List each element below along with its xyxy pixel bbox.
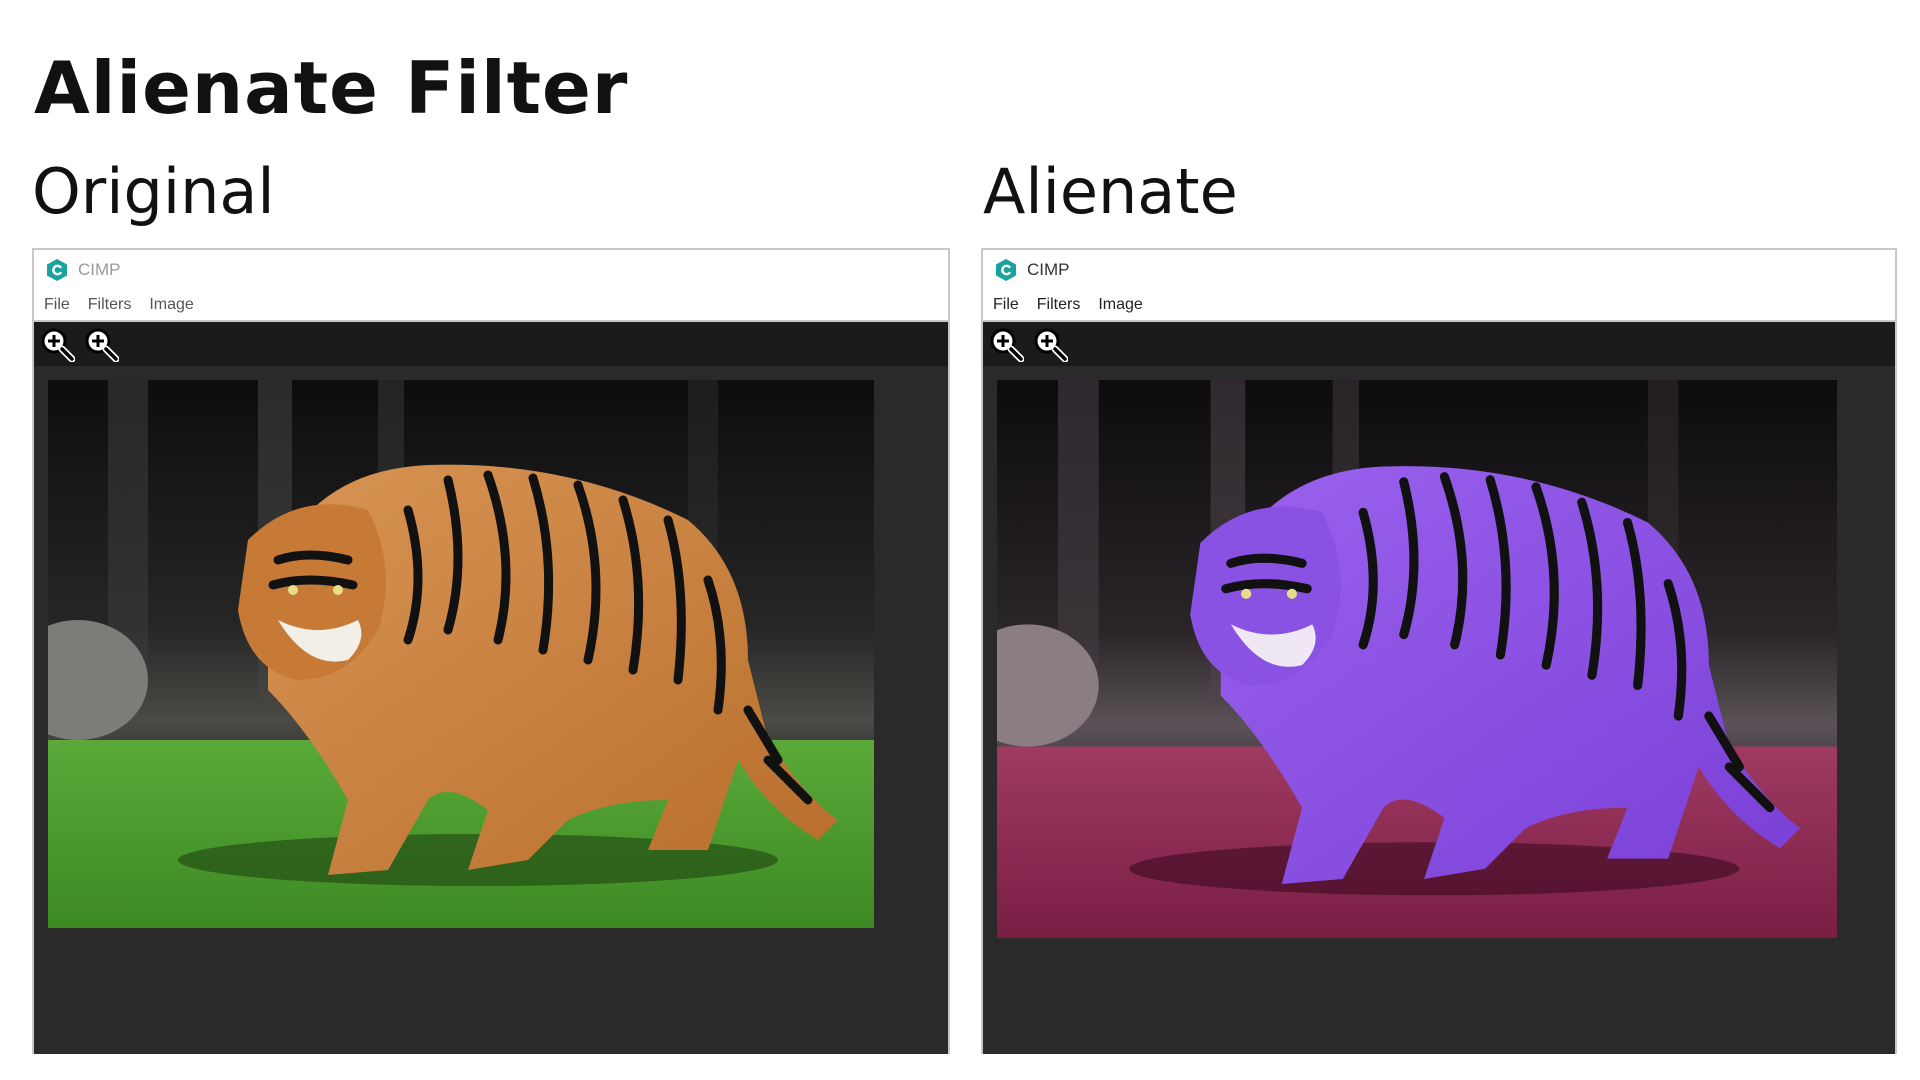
app-title: CIMP	[1027, 260, 1070, 279]
menu-file[interactable]: File	[44, 296, 70, 314]
panel-heading-original: Original	[32, 155, 275, 228]
toolbar	[983, 322, 1895, 366]
menu-bar: File Filters Image	[983, 290, 1895, 322]
app-window-alienate: CIMP File Filters Image	[981, 248, 1897, 1054]
app-logo-icon	[996, 259, 1016, 281]
tiger-photo-alienated	[997, 380, 1837, 938]
zoom-in-icon	[990, 328, 1024, 362]
zoom-out-button[interactable]	[82, 325, 120, 363]
window-titlebar[interactable]: CIMP	[34, 250, 948, 290]
app-logo-icon	[47, 259, 67, 281]
tiger-photo	[48, 380, 874, 928]
menu-image[interactable]: Image	[149, 296, 193, 314]
page-title: Alienate Filter	[34, 46, 629, 130]
menu-image[interactable]: Image	[1098, 296, 1142, 314]
menu-filters[interactable]: Filters	[1037, 296, 1081, 314]
toolbar	[34, 322, 948, 366]
zoom-out-icon	[1034, 328, 1068, 362]
menu-bar: File Filters Image	[34, 290, 948, 322]
panel-heading-alienate: Alienate	[983, 155, 1238, 228]
image-canvas[interactable]	[34, 366, 948, 1054]
zoom-out-button[interactable]	[1031, 325, 1069, 363]
zoom-in-icon	[41, 328, 75, 362]
menu-filters[interactable]: Filters	[88, 296, 132, 314]
menu-file[interactable]: File	[993, 296, 1019, 314]
image-canvas[interactable]	[983, 366, 1895, 1054]
zoom-in-button[interactable]	[987, 325, 1025, 363]
app-title: CIMP	[78, 260, 121, 279]
window-titlebar[interactable]: CIMP	[983, 250, 1895, 290]
zoom-in-button[interactable]	[38, 325, 76, 363]
zoom-out-icon	[85, 328, 119, 362]
app-window-original: CIMP File Filters Image	[32, 248, 950, 1054]
